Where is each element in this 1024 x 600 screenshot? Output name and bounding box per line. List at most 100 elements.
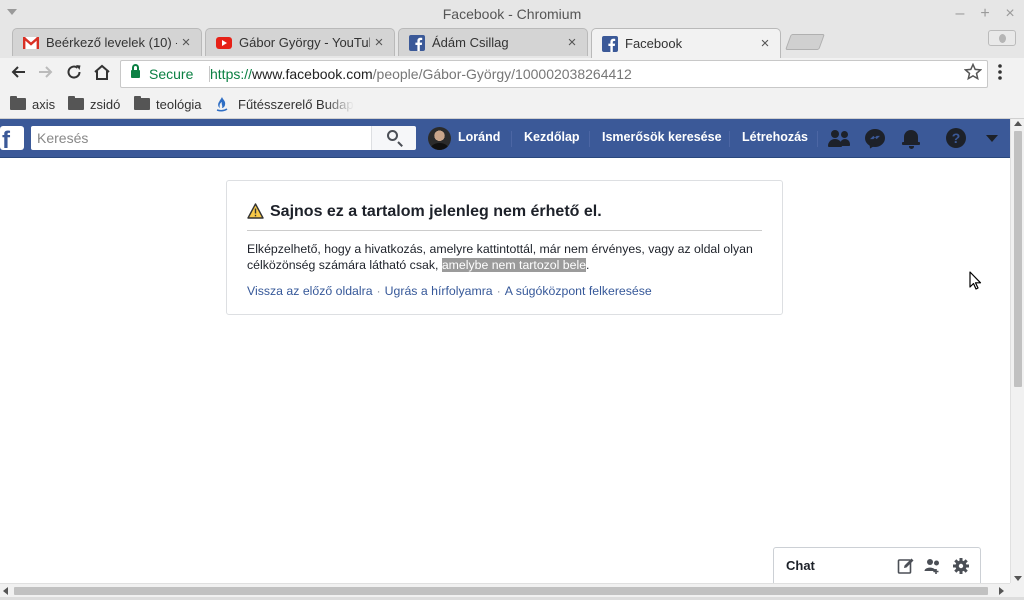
secure-label[interactable]: Secure xyxy=(149,66,193,82)
youtube-icon xyxy=(216,35,232,51)
bookmark-label: axis xyxy=(32,96,56,112)
news-feed-link[interactable]: Ugrás a hírfolyamra xyxy=(385,284,493,298)
facebook-icon xyxy=(409,34,425,51)
new-tab-button[interactable] xyxy=(785,34,825,50)
browser-menu-icon[interactable] xyxy=(998,63,1002,85)
nav-divider xyxy=(589,131,590,147)
nav-divider xyxy=(729,131,730,147)
notifications-bell-icon[interactable] xyxy=(900,128,922,150)
close-tab-icon[interactable]: × xyxy=(370,34,388,51)
vertical-scrollbar[interactable] xyxy=(1010,119,1024,583)
scroll-left-arrow-icon[interactable] xyxy=(3,587,8,595)
logo-letter: f xyxy=(2,127,10,151)
nav-create[interactable]: Létrehozás xyxy=(742,130,808,144)
vertical-scroll-thumb[interactable] xyxy=(1014,131,1022,387)
scroll-down-arrow-icon[interactable] xyxy=(1014,576,1022,581)
bookmarks-bar: axis zsidó teológia Fűtésszerelő Budap xyxy=(0,90,1024,119)
chat-label: Chat xyxy=(786,558,815,573)
error-title: Sajnos ez a tartalom jelenleg nem érhető… xyxy=(270,203,602,220)
tab-label: Beérkező levelek (10) - xyxy=(46,35,177,50)
folder-icon xyxy=(134,96,150,110)
reload-icon[interactable] xyxy=(63,63,85,85)
search-icon xyxy=(387,130,398,141)
close-window-button[interactable]: × xyxy=(1002,4,1018,24)
profile-link[interactable]: Loránd xyxy=(458,130,500,144)
close-tab-icon[interactable]: × xyxy=(563,34,581,51)
selected-text: amelybe nem tartozol bele xyxy=(441,258,587,272)
avatar[interactable] xyxy=(428,127,451,150)
error-period: . xyxy=(586,258,590,272)
close-tab-icon[interactable]: × xyxy=(177,34,195,51)
tab-label: Gábor György - YouTub xyxy=(239,35,370,50)
tab-label: Facebook xyxy=(625,36,683,51)
facebook-logo[interactable]: f xyxy=(0,126,24,150)
link-separator: · xyxy=(376,284,381,298)
nav-find-friends[interactable]: Ismerősök keresése xyxy=(602,130,722,144)
friend-requests-icon[interactable] xyxy=(828,128,850,150)
link-separator: · xyxy=(496,284,501,298)
bookmark-futesszerelo[interactable]: Fűtésszerelő Budap xyxy=(214,93,354,115)
messenger-icon[interactable] xyxy=(864,128,886,151)
warning-icon xyxy=(247,203,264,219)
window-titlebar: Facebook - Chromium – + × xyxy=(0,0,1024,28)
help-icon[interactable]: ? xyxy=(946,128,968,150)
help-center-link[interactable]: A súgóközpont felkeresése xyxy=(505,284,652,298)
home-icon[interactable] xyxy=(91,63,113,85)
profile-icon[interactable] xyxy=(988,30,1016,46)
bookmark-teologia[interactable]: teológia xyxy=(134,93,202,115)
nav-divider xyxy=(511,131,512,147)
bookmark-label: zsidó xyxy=(90,96,121,112)
account-menu-caret-icon[interactable] xyxy=(986,135,998,142)
folder-icon xyxy=(10,96,26,110)
gmail-icon xyxy=(23,35,39,51)
tab-adam-csillag[interactable]: Ádám Csillag × xyxy=(398,28,588,56)
error-message: Elképzelhető, hogy a hivatkozás, amelyre… xyxy=(247,241,762,273)
error-header: Sajnos ez a tartalom jelenleg nem érhető… xyxy=(247,203,762,231)
tab-label: Ádám Csillag xyxy=(432,35,509,50)
page-content: Sajnos ez a tartalom jelenleg nem érhető… xyxy=(0,159,1010,583)
back-arrow-icon[interactable] xyxy=(7,63,29,85)
chat-bar[interactable]: Chat xyxy=(773,547,981,583)
error-line-1: Elképzelhető, hogy a hivatkozás, amelyre… xyxy=(247,242,753,256)
url-text[interactable]: https://www.facebook.com/people/Gábor-Gy… xyxy=(210,66,632,82)
error-links: Vissza az előző oldalra · Ugrás a hírfolya… xyxy=(247,284,652,298)
close-tab-icon[interactable]: × xyxy=(756,35,774,52)
facebook-header: f Loránd Kezdőlap Ismerősök keresése Lét… xyxy=(0,119,1010,158)
tab-youtube[interactable]: Gábor György - YouTub × xyxy=(205,28,395,56)
new-group-icon[interactable] xyxy=(924,557,942,575)
url-scheme: https:// xyxy=(210,66,253,82)
bookmark-star-icon[interactable] xyxy=(963,62,983,86)
horizontal-scrollbar[interactable] xyxy=(0,583,1010,597)
help-glyph: ? xyxy=(946,128,966,148)
nav-home[interactable]: Kezdőlap xyxy=(524,130,580,144)
scrollbar-corner xyxy=(1010,583,1024,597)
flame-icon xyxy=(214,96,230,112)
nav-divider xyxy=(817,131,818,147)
facebook-icon xyxy=(602,35,618,52)
search-button[interactable] xyxy=(371,126,416,150)
content-unavailable-box: Sajnos ez a tartalom jelenleg nem érhető… xyxy=(226,180,783,315)
compose-icon[interactable] xyxy=(897,557,915,575)
url-path: /people/Gábor-György/100002038264412 xyxy=(372,66,632,82)
go-back-link[interactable]: Vissza az előző oldalra xyxy=(247,284,373,298)
bookmark-label: Fűtésszerelő Budap xyxy=(238,96,354,112)
mouse-cursor-icon xyxy=(969,271,983,291)
scroll-right-arrow-icon[interactable] xyxy=(999,587,1004,595)
maximize-button[interactable]: + xyxy=(977,4,993,24)
tab-facebook-active[interactable]: Facebook × xyxy=(591,28,781,58)
lock-icon[interactable] xyxy=(131,64,140,79)
window-title: Facebook - Chromium xyxy=(442,6,582,22)
minimize-button[interactable]: – xyxy=(952,4,968,24)
tab-strip: Beérkező levelek (10) - × Gábor György -… xyxy=(0,28,1024,58)
bookmark-axis[interactable]: axis xyxy=(10,93,55,115)
tab-gmail[interactable]: Beérkező levelek (10) - × xyxy=(12,28,202,56)
search-input[interactable] xyxy=(31,126,371,150)
chat-settings-gear-icon[interactable] xyxy=(952,557,970,575)
address-bar[interactable]: Secure https://www.facebook.com/people/G… xyxy=(120,60,988,88)
forward-arrow-icon[interactable] xyxy=(35,63,57,85)
horizontal-scroll-thumb[interactable] xyxy=(14,587,988,595)
scroll-up-arrow-icon[interactable] xyxy=(1014,121,1022,126)
folder-icon xyxy=(68,96,84,110)
url-host: www.facebook.com xyxy=(252,66,373,82)
bookmark-zsido[interactable]: zsidó xyxy=(68,93,120,115)
